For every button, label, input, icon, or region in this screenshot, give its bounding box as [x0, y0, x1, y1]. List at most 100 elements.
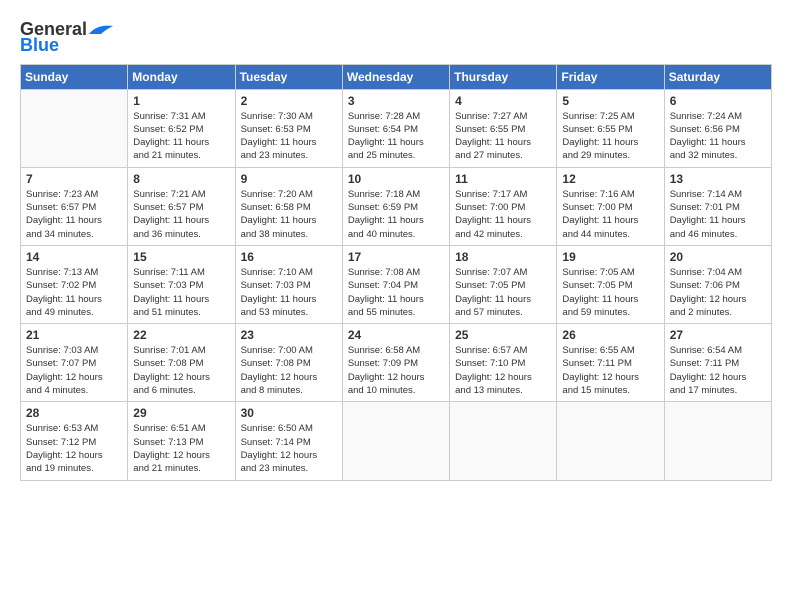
- day-number: 9: [241, 172, 337, 186]
- calendar-week-row: 7Sunrise: 7:23 AM Sunset: 6:57 PM Daylig…: [21, 167, 772, 245]
- weekday-header-friday: Friday: [557, 64, 664, 89]
- weekday-header-sunday: Sunday: [21, 64, 128, 89]
- calendar-cell: [664, 402, 771, 480]
- calendar-cell: 7Sunrise: 7:23 AM Sunset: 6:57 PM Daylig…: [21, 167, 128, 245]
- day-info: Sunrise: 6:50 AM Sunset: 7:14 PM Dayligh…: [241, 422, 337, 475]
- day-info: Sunrise: 7:01 AM Sunset: 7:08 PM Dayligh…: [133, 344, 229, 397]
- day-info: Sunrise: 7:07 AM Sunset: 7:05 PM Dayligh…: [455, 266, 551, 319]
- day-info: Sunrise: 7:16 AM Sunset: 7:00 PM Dayligh…: [562, 188, 658, 241]
- day-number: 6: [670, 94, 766, 108]
- day-info: Sunrise: 7:11 AM Sunset: 7:03 PM Dayligh…: [133, 266, 229, 319]
- day-info: Sunrise: 7:04 AM Sunset: 7:06 PM Dayligh…: [670, 266, 766, 319]
- calendar-cell: 20 Sunrise: 7:04 AM Sunset: 7:06 PM Dayli…: [664, 245, 771, 323]
- calendar-cell: 10 Sunrise: 7:18 AM Sunset: 6:59 PM Dayli…: [342, 167, 449, 245]
- logo: General Blue: [20, 20, 115, 56]
- weekday-header-tuesday: Tuesday: [235, 64, 342, 89]
- day-info: Sunrise: 7:23 AM Sunset: 6:57 PM Dayligh…: [26, 188, 122, 241]
- logo-blue: Blue: [20, 36, 59, 56]
- day-info: Sunrise: 7:03 AM Sunset: 7:07 PM Dayligh…: [26, 344, 122, 397]
- day-info: Sunrise: 7:30 AM Sunset: 6:53 PM Dayligh…: [241, 110, 337, 163]
- day-number: 19: [562, 250, 658, 264]
- day-info: Sunrise: 7:21 AM Sunset: 6:57 PM Dayligh…: [133, 188, 229, 241]
- calendar-cell: 28 Sunrise: 6:53 AM Sunset: 7:12 PM Dayli…: [21, 402, 128, 480]
- calendar-cell: 11Sunrise: 7:17 AM Sunset: 7:00 PM Dayli…: [450, 167, 557, 245]
- calendar-week-row: 21 Sunrise: 7:03 AM Sunset: 7:07 PM Dayli…: [21, 324, 772, 402]
- calendar-week-row: 14Sunrise: 7:13 AM Sunset: 7:02 PM Dayli…: [21, 245, 772, 323]
- day-info: Sunrise: 7:05 AM Sunset: 7:05 PM Dayligh…: [562, 266, 658, 319]
- day-info: Sunrise: 6:55 AM Sunset: 7:11 PM Dayligh…: [562, 344, 658, 397]
- day-info: Sunrise: 7:20 AM Sunset: 6:58 PM Dayligh…: [241, 188, 337, 241]
- calendar-week-row: 1 Sunrise: 7:31 AM Sunset: 6:52 PM Daylig…: [21, 89, 772, 167]
- calendar-cell: 17 Sunrise: 7:08 AM Sunset: 7:04 PM Dayli…: [342, 245, 449, 323]
- day-info: Sunrise: 6:58 AM Sunset: 7:09 PM Dayligh…: [348, 344, 444, 397]
- calendar-cell: 16 Sunrise: 7:10 AM Sunset: 7:03 PM Dayli…: [235, 245, 342, 323]
- weekday-header-row: SundayMondayTuesdayWednesdayThursdayFrid…: [21, 64, 772, 89]
- weekday-header-saturday: Saturday: [664, 64, 771, 89]
- weekday-header-monday: Monday: [128, 64, 235, 89]
- day-info: Sunrise: 6:57 AM Sunset: 7:10 PM Dayligh…: [455, 344, 551, 397]
- calendar-cell: [342, 402, 449, 480]
- day-info: Sunrise: 7:14 AM Sunset: 7:01 PM Dayligh…: [670, 188, 766, 241]
- calendar-cell: 4 Sunrise: 7:27 AM Sunset: 6:55 PM Daylig…: [450, 89, 557, 167]
- calendar-cell: 5 Sunrise: 7:25 AM Sunset: 6:55 PM Daylig…: [557, 89, 664, 167]
- day-info: Sunrise: 7:25 AM Sunset: 6:55 PM Dayligh…: [562, 110, 658, 163]
- day-number: 29: [133, 406, 229, 420]
- calendar-cell: 19 Sunrise: 7:05 AM Sunset: 7:05 PM Dayli…: [557, 245, 664, 323]
- day-info: Sunrise: 7:00 AM Sunset: 7:08 PM Dayligh…: [241, 344, 337, 397]
- day-info: Sunrise: 6:54 AM Sunset: 7:11 PM Dayligh…: [670, 344, 766, 397]
- calendar-cell: 3Sunrise: 7:28 AM Sunset: 6:54 PM Daylig…: [342, 89, 449, 167]
- calendar-cell: 24 Sunrise: 6:58 AM Sunset: 7:09 PM Dayli…: [342, 324, 449, 402]
- day-number: 25: [455, 328, 551, 342]
- calendar-cell: [21, 89, 128, 167]
- day-info: Sunrise: 7:10 AM Sunset: 7:03 PM Dayligh…: [241, 266, 337, 319]
- day-number: 4: [455, 94, 551, 108]
- day-number: 30: [241, 406, 337, 420]
- calendar-cell: 29Sunrise: 6:51 AM Sunset: 7:13 PM Dayli…: [128, 402, 235, 480]
- day-number: 28: [26, 406, 122, 420]
- day-info: Sunrise: 7:27 AM Sunset: 6:55 PM Dayligh…: [455, 110, 551, 163]
- calendar-cell: 27Sunrise: 6:54 AM Sunset: 7:11 PM Dayli…: [664, 324, 771, 402]
- day-info: Sunrise: 7:24 AM Sunset: 6:56 PM Dayligh…: [670, 110, 766, 163]
- calendar-cell: 26Sunrise: 6:55 AM Sunset: 7:11 PM Dayli…: [557, 324, 664, 402]
- day-number: 1: [133, 94, 229, 108]
- calendar-cell: 30 Sunrise: 6:50 AM Sunset: 7:14 PM Dayli…: [235, 402, 342, 480]
- day-number: 8: [133, 172, 229, 186]
- logo-icon: [87, 22, 115, 36]
- day-number: 24: [348, 328, 444, 342]
- day-info: Sunrise: 7:31 AM Sunset: 6:52 PM Dayligh…: [133, 110, 229, 163]
- calendar-cell: 13Sunrise: 7:14 AM Sunset: 7:01 PM Dayli…: [664, 167, 771, 245]
- weekday-header-wednesday: Wednesday: [342, 64, 449, 89]
- calendar-cell: 25 Sunrise: 6:57 AM Sunset: 7:10 PM Dayli…: [450, 324, 557, 402]
- day-number: 10: [348, 172, 444, 186]
- calendar-cell: 8 Sunrise: 7:21 AM Sunset: 6:57 PM Daylig…: [128, 167, 235, 245]
- day-number: 15: [133, 250, 229, 264]
- calendar-cell: 18 Sunrise: 7:07 AM Sunset: 7:05 PM Dayli…: [450, 245, 557, 323]
- day-number: 17: [348, 250, 444, 264]
- calendar-cell: 12Sunrise: 7:16 AM Sunset: 7:00 PM Dayli…: [557, 167, 664, 245]
- day-number: 14: [26, 250, 122, 264]
- calendar-cell: 23Sunrise: 7:00 AM Sunset: 7:08 PM Dayli…: [235, 324, 342, 402]
- calendar-cell: 22 Sunrise: 7:01 AM Sunset: 7:08 PM Dayli…: [128, 324, 235, 402]
- day-info: Sunrise: 7:08 AM Sunset: 7:04 PM Dayligh…: [348, 266, 444, 319]
- calendar-cell: 15 Sunrise: 7:11 AM Sunset: 7:03 PM Dayli…: [128, 245, 235, 323]
- day-number: 11: [455, 172, 551, 186]
- day-number: 5: [562, 94, 658, 108]
- calendar-cell: 9 Sunrise: 7:20 AM Sunset: 6:58 PM Daylig…: [235, 167, 342, 245]
- day-number: 22: [133, 328, 229, 342]
- calendar-cell: 14Sunrise: 7:13 AM Sunset: 7:02 PM Dayli…: [21, 245, 128, 323]
- day-info: Sunrise: 6:53 AM Sunset: 7:12 PM Dayligh…: [26, 422, 122, 475]
- day-number: 2: [241, 94, 337, 108]
- day-number: 21: [26, 328, 122, 342]
- calendar-cell: [450, 402, 557, 480]
- calendar-table: SundayMondayTuesdayWednesdayThursdayFrid…: [20, 64, 772, 481]
- day-number: 16: [241, 250, 337, 264]
- day-info: Sunrise: 7:28 AM Sunset: 6:54 PM Dayligh…: [348, 110, 444, 163]
- calendar-cell: 1 Sunrise: 7:31 AM Sunset: 6:52 PM Daylig…: [128, 89, 235, 167]
- calendar-week-row: 28 Sunrise: 6:53 AM Sunset: 7:12 PM Dayli…: [21, 402, 772, 480]
- day-info: Sunrise: 7:18 AM Sunset: 6:59 PM Dayligh…: [348, 188, 444, 241]
- day-number: 18: [455, 250, 551, 264]
- calendar-cell: 2 Sunrise: 7:30 AM Sunset: 6:53 PM Daylig…: [235, 89, 342, 167]
- day-number: 20: [670, 250, 766, 264]
- calendar-cell: 21 Sunrise: 7:03 AM Sunset: 7:07 PM Dayli…: [21, 324, 128, 402]
- weekday-header-thursday: Thursday: [450, 64, 557, 89]
